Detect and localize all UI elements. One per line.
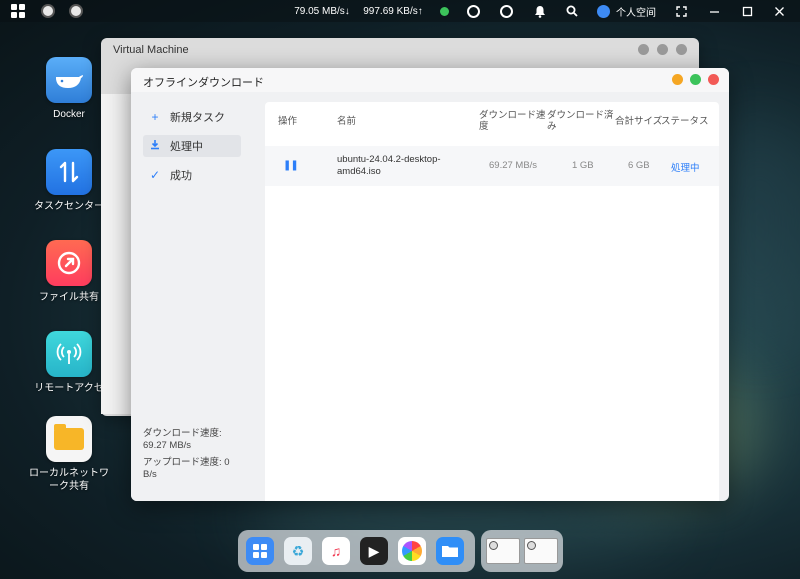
minimize-button[interactable]	[672, 74, 683, 85]
column-header-name: 名前	[337, 116, 357, 127]
app-launcher-icon[interactable]	[10, 0, 26, 22]
window-thumbnail[interactable]	[524, 538, 558, 564]
table-header: 操作 名前 ダウンロード速度 ダウンロード済み 合計サイズ ステータス	[265, 102, 719, 146]
sidebar-item-label: 成功	[170, 170, 192, 182]
plus-icon: +	[151, 110, 159, 124]
fullscreen-icon[interactable]	[673, 0, 689, 22]
user-menu[interactable]: 个人空间	[597, 0, 667, 22]
window-sidebar	[101, 94, 131, 414]
upload-speed-indicator: 997.69 KB/s ↑	[363, 5, 423, 17]
sidebar-item-new-task[interactable]: + 新規タスク	[143, 106, 241, 128]
sidebar-item-label: 処理中	[170, 141, 203, 153]
maximize-button[interactable]	[690, 74, 701, 85]
column-header-downloaded: ダウンロード済み	[547, 110, 614, 132]
dock-open-windows	[481, 530, 563, 572]
column-header-status: ステータス	[661, 116, 709, 127]
dock-files-icon[interactable]	[436, 537, 464, 565]
window-thumbnail[interactable]	[486, 538, 520, 564]
open-app-icon[interactable]	[40, 0, 56, 22]
maximize-icon[interactable]	[739, 0, 755, 22]
backup-icon[interactable]	[498, 0, 514, 22]
download-speed-indicator: 79.05 MB/s ↓	[294, 5, 350, 17]
window-titlebar[interactable]: オフラインダウンロード	[131, 68, 729, 92]
desktop-icon-label: ローカルネットワーク共有	[29, 468, 109, 492]
window-title: Virtual Machine	[113, 44, 189, 56]
dock-video-icon[interactable]: ▶	[360, 537, 388, 565]
docker-whale-icon	[46, 57, 92, 103]
sidebar-item-processing[interactable]: 処理中	[143, 135, 241, 157]
user-avatar-icon	[597, 4, 610, 18]
status-dot-icon[interactable]	[438, 0, 450, 22]
row-speed: 69.27 MB/s	[489, 160, 538, 171]
close-icon[interactable]	[771, 0, 787, 22]
file-name: ubuntu-24.04.2-desktop-amd64.iso	[337, 154, 441, 177]
sidebar-item-label: 新規タスク	[170, 112, 225, 124]
window-title: オフラインダウンロード	[143, 77, 264, 89]
bell-icon[interactable]	[532, 0, 548, 22]
window-controls	[638, 44, 687, 55]
folder-icon	[46, 416, 92, 462]
dock: ♻ ♫ ▶	[238, 530, 475, 572]
download-list-panel: 操作 名前 ダウンロード速度 ダウンロード済み 合計サイズ ステータス ❚❚ u…	[265, 102, 719, 501]
row-total-size: 6 GB	[628, 160, 650, 171]
download-icon	[149, 139, 161, 153]
dock-launcher-icon[interactable]	[246, 537, 274, 565]
search-icon[interactable]	[564, 0, 580, 22]
table-row[interactable]: ❚❚ ubuntu-24.04.2-desktop-amd64.iso 69.2…	[265, 146, 719, 186]
close-button[interactable]	[708, 74, 719, 85]
sidebar-item-success[interactable]: ✓ 成功	[143, 164, 241, 186]
desktop-icon-local-network-share[interactable]: ローカルネットワーク共有	[19, 416, 119, 493]
sidebar-download-speed: ダウンロード速度: 69.27 MB/s	[143, 428, 222, 451]
top-bar: 79.05 MB/s ↓ 997.69 KB/s ↑ 个人空间	[0, 0, 800, 22]
column-header-speed: ダウンロード速度	[479, 110, 546, 132]
dock-music-icon[interactable]: ♫	[322, 537, 350, 565]
user-label: 个人空间	[616, 7, 656, 19]
sidebar-upload-speed: アップロード速度: 0 B/s	[143, 457, 230, 480]
pause-icon[interactable]: ❚❚	[283, 160, 299, 171]
sync-icon[interactable]	[465, 0, 481, 22]
transfer-arrows-icon	[46, 149, 92, 195]
open-app-icon[interactable]	[68, 0, 84, 22]
minimize-icon[interactable]	[706, 0, 722, 22]
check-icon: ✓	[149, 168, 161, 182]
download-sidebar: + 新規タスク 処理中 ✓ 成功 ダウンロード速度: 69.27 MB/s アッ…	[131, 92, 253, 501]
column-header-operation: 操作	[278, 116, 298, 127]
column-header-total-size: 合計サイズ	[615, 116, 663, 127]
share-arrow-icon	[46, 240, 92, 286]
offline-download-window: オフラインダウンロード + 新規タスク 処理中 ✓ 成功 ダウンロード速度: 6…	[131, 68, 729, 501]
row-status: 処理中	[671, 163, 700, 174]
dock-recycle-bin-icon[interactable]: ♻	[284, 537, 312, 565]
broadcast-icon	[46, 331, 92, 377]
dock-photos-icon[interactable]	[398, 537, 426, 565]
row-downloaded: 1 GB	[572, 160, 594, 171]
